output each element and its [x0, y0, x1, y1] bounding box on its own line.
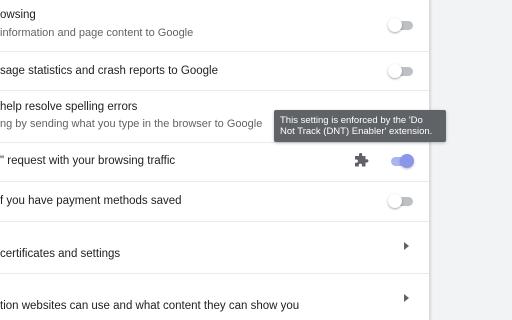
tooltip-line-1: This setting is enforced by the 'Do	[280, 115, 423, 126]
setting-title-usage-statistics: sage statistics and crash reports to Goo…	[0, 65, 218, 77]
setting-row-usage-statistics[interactable]: sage statistics and crash reports to Goo…	[0, 52, 429, 90]
setting-title-browsing: owsing	[0, 9, 36, 21]
toggle-usage-statistics[interactable]	[388, 64, 414, 78]
setting-row-browsing[interactable]: owsing information and page content to G…	[0, 0, 429, 51]
setting-title-payment-methods: f you have payment methods saved	[0, 195, 182, 207]
setting-description-spelling: ng by sending what you type in the brows…	[0, 118, 263, 130]
setting-row-certificates[interactable]: certificates and settings	[0, 222, 429, 273]
toggle-knob	[388, 194, 402, 208]
puzzle-piece-icon[interactable]	[353, 152, 369, 169]
settings-page: owsing information and page content to G…	[0, 0, 512, 320]
setting-row-payment-methods[interactable]: f you have payment methods saved	[0, 182, 429, 221]
setting-description-browsing: information and page content to Google	[0, 27, 194, 39]
toggle-knob	[388, 18, 402, 32]
chevron-right-icon[interactable]	[404, 242, 409, 250]
privacy-settings-card: owsing information and page content to G…	[0, 0, 430, 320]
toggle-do-not-track[interactable]	[388, 154, 414, 168]
enforced-setting-tooltip: This setting is enforced by the 'Do Not …	[274, 110, 446, 142]
setting-title-spelling: help resolve spelling errors	[0, 101, 138, 113]
setting-row-site-settings[interactable]: tion websites can use and what content t…	[0, 274, 429, 320]
toggle-payment-methods[interactable]	[388, 194, 414, 208]
toggle-knob	[388, 64, 402, 78]
setting-title-certificates: certificates and settings	[0, 248, 121, 260]
toggle-browsing[interactable]	[388, 18, 414, 32]
chevron-right-icon[interactable]	[404, 294, 409, 302]
tooltip-line-2: Not Track (DNT) Enabler' extension.	[280, 126, 433, 137]
setting-title-do-not-track: " request with your browsing traffic	[0, 155, 176, 167]
setting-title-site-settings: tion websites can use and what content t…	[0, 300, 300, 312]
toggle-knob	[400, 154, 414, 168]
